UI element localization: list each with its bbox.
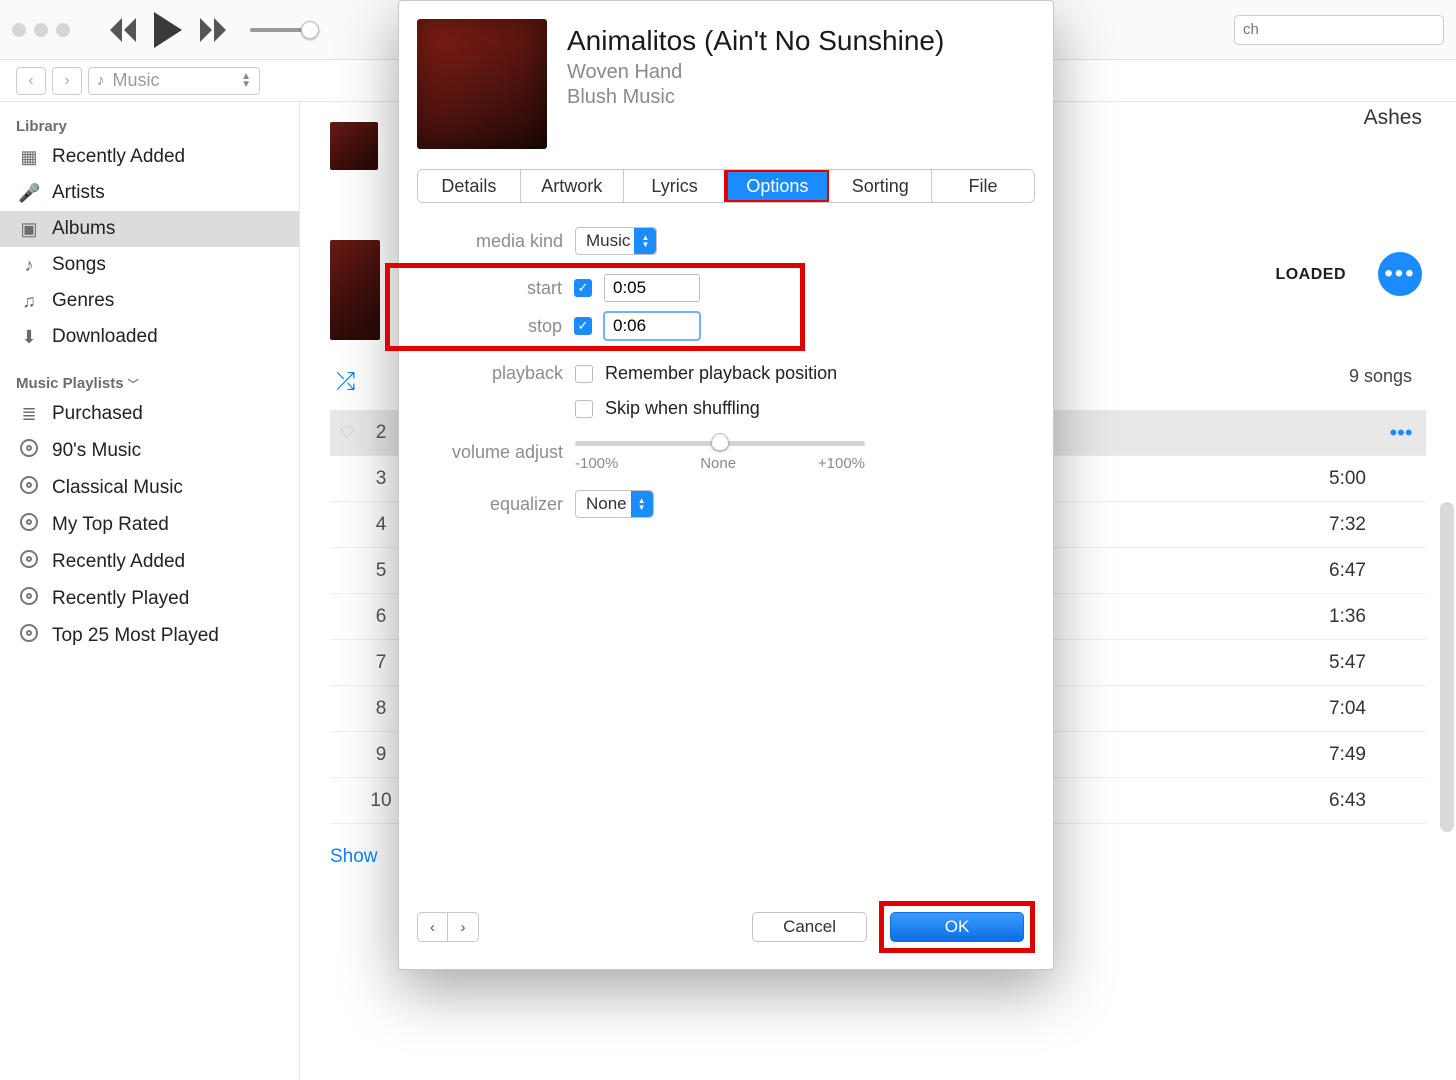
- back-button[interactable]: ‹: [16, 67, 46, 95]
- track-more-icon[interactable]: •••: [1376, 420, 1426, 446]
- modal-album: Blush Music: [567, 86, 944, 109]
- start-stop-highlight: start ✓ stop ✓: [385, 263, 805, 351]
- equalizer-select[interactable]: None ▲▼: [575, 490, 654, 518]
- tab-artwork[interactable]: Artwork: [521, 170, 624, 202]
- tab-lyrics[interactable]: Lyrics: [624, 170, 727, 202]
- sidebar-item-purchased[interactable]: ≣Purchased: [0, 396, 299, 432]
- heart-icon[interactable]: ♡: [330, 423, 364, 443]
- tab-details[interactable]: Details: [418, 170, 521, 202]
- sidebar-item-top25[interactable]: Top 25 Most Played: [0, 617, 299, 654]
- transport-controls: [110, 12, 226, 48]
- gear-icon: [18, 550, 40, 573]
- album-art-thumb: [330, 122, 378, 170]
- sidebar-item-classical[interactable]: Classical Music: [0, 469, 299, 506]
- note-icon: ♪: [18, 255, 40, 276]
- sidebar-item-90s[interactable]: 90's Music: [0, 432, 299, 469]
- next-button[interactable]: [200, 18, 226, 42]
- previous-button[interactable]: [110, 18, 136, 42]
- sidebar-item-recently-added[interactable]: ▦Recently Added: [0, 139, 299, 175]
- start-label: start: [426, 278, 562, 299]
- sidebar-item-recently-played[interactable]: Recently Played: [0, 580, 299, 617]
- equalizer-label: equalizer: [427, 494, 563, 515]
- download-icon: ⬇: [18, 327, 40, 348]
- grid-icon: ▦: [18, 147, 40, 168]
- sidebar-section-library: Library: [0, 112, 299, 139]
- category-label: Music: [113, 70, 160, 91]
- chevron-down-icon[interactable]: ﹀: [128, 379, 139, 391]
- volume-slider[interactable]: [250, 28, 310, 32]
- song-info-modal: Animalitos (Ain't No Sunshine) Woven Han…: [398, 0, 1054, 970]
- scrollbar[interactable]: [1440, 502, 1454, 832]
- volume-adjust-slider[interactable]: [575, 433, 865, 453]
- sidebar-item-recently-added-pl[interactable]: Recently Added: [0, 543, 299, 580]
- album-icon: ▣: [18, 219, 40, 240]
- downloaded-badge: LOADED: [1275, 266, 1346, 284]
- stop-checkbox[interactable]: ✓: [574, 317, 592, 335]
- list-icon: ≣: [18, 404, 40, 425]
- note-icon: ♪: [97, 72, 105, 89]
- gear-icon: [18, 476, 40, 499]
- volume-slider-labels: -100%None+100%: [575, 455, 865, 472]
- dropdown-arrows-icon: ▲▼: [241, 73, 251, 89]
- sidebar: Library ▦Recently Added 🎤Artists ▣Albums…: [0, 102, 300, 1080]
- playback-label: playback: [427, 363, 563, 384]
- gear-icon: [18, 587, 40, 610]
- remember-position-checkbox[interactable]: [575, 365, 593, 383]
- tab-file[interactable]: File: [932, 170, 1034, 202]
- media-kind-select[interactable]: Music ▲▼: [575, 227, 657, 255]
- modal-song-title: Animalitos (Ain't No Sunshine): [567, 25, 944, 57]
- play-button[interactable]: [154, 12, 182, 48]
- cancel-button[interactable]: Cancel: [752, 912, 867, 942]
- search-input[interactable]: [1234, 15, 1444, 45]
- right-album-title: Ashes: [1364, 106, 1422, 130]
- gear-icon: [18, 439, 40, 462]
- start-time-input[interactable]: [604, 274, 700, 302]
- songs-count: 9 songs: [1349, 366, 1412, 387]
- sidebar-item-songs[interactable]: ♪Songs: [0, 247, 299, 283]
- ok-highlight: OK: [879, 901, 1035, 953]
- dropdown-arrows-icon: ▲▼: [631, 491, 653, 517]
- more-actions-button[interactable]: •••: [1378, 252, 1422, 296]
- guitar-icon: ♫: [18, 291, 40, 312]
- gear-icon: [18, 624, 40, 647]
- sidebar-item-top-rated[interactable]: My Top Rated: [0, 506, 299, 543]
- sidebar-item-albums[interactable]: ▣Albums: [0, 211, 299, 247]
- sidebar-section-playlists: Music Playlists﹀: [0, 369, 299, 396]
- dropdown-arrows-icon: ▲▼: [634, 228, 656, 254]
- mic-icon: 🎤: [18, 183, 40, 204]
- gear-icon: [18, 513, 40, 536]
- start-checkbox[interactable]: ✓: [574, 279, 592, 297]
- tab-sorting[interactable]: Sorting: [829, 170, 932, 202]
- modal-tabs: Details Artwork Lyrics Options Sorting F…: [417, 169, 1035, 203]
- remember-position-label: Remember playback position: [605, 363, 837, 384]
- media-kind-label: media kind: [427, 231, 563, 252]
- stop-label: stop: [426, 316, 562, 337]
- modal-artist: Woven Hand: [567, 61, 944, 84]
- album-art-medium: [330, 240, 380, 340]
- album-art-large: [417, 19, 547, 149]
- skip-shuffle-checkbox[interactable]: [575, 400, 593, 418]
- skip-shuffle-label: Skip when shuffling: [605, 398, 760, 419]
- stop-time-input[interactable]: [604, 312, 700, 340]
- sidebar-item-artists[interactable]: 🎤Artists: [0, 175, 299, 211]
- show-link[interactable]: Show: [330, 846, 378, 868]
- next-song-button[interactable]: ›: [448, 913, 478, 941]
- volume-adjust-label: volume adjust: [427, 442, 563, 463]
- category-selector[interactable]: ♪ Music ▲▼: [88, 67, 260, 95]
- sidebar-item-genres[interactable]: ♫Genres: [0, 283, 299, 319]
- tab-options[interactable]: Options: [726, 170, 829, 202]
- ok-button[interactable]: OK: [890, 912, 1024, 942]
- prev-song-button[interactable]: ‹: [418, 913, 448, 941]
- prev-next-song-buttons[interactable]: ‹ ›: [417, 912, 479, 942]
- window-traffic-lights[interactable]: [12, 23, 70, 37]
- forward-button[interactable]: ›: [52, 67, 82, 95]
- sidebar-item-downloaded[interactable]: ⬇Downloaded: [0, 319, 299, 355]
